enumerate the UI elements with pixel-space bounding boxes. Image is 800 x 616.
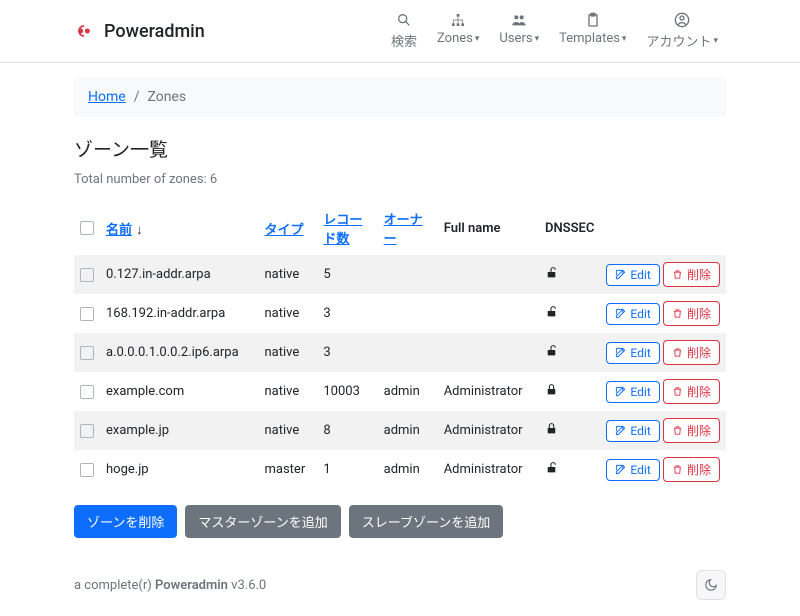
zone-type: native	[259, 255, 318, 294]
page-title: ゾーン一覧	[74, 135, 726, 162]
zone-fullname: Administrator	[438, 450, 539, 489]
table-row: 0.127.in-addr.arpa native 5 Edit 削除	[74, 255, 726, 294]
table-row: example.com native 10003 admin Administr…	[74, 372, 726, 411]
zone-owner	[378, 255, 438, 294]
lock-open-icon	[545, 461, 559, 478]
zone-owner: admin	[378, 411, 438, 450]
lock-open-icon	[545, 344, 559, 361]
brand[interactable]: Poweradmin	[74, 21, 205, 42]
delete-zone-button[interactable]: ゾーンを削除	[74, 505, 177, 538]
zone-records: 10003	[317, 372, 377, 411]
caret-down-icon: ▾	[622, 34, 627, 44]
zone-fullname	[438, 255, 539, 294]
zone-fullname: Administrator	[438, 372, 539, 411]
theme-toggle-button[interactable]	[696, 570, 726, 600]
col-owner[interactable]: オーナー	[384, 213, 423, 247]
search-icon	[396, 12, 412, 28]
clipboard-icon	[585, 12, 601, 28]
row-checkbox[interactable]	[80, 346, 94, 360]
delete-button[interactable]: 削除	[663, 379, 720, 404]
add-master-zone-button[interactable]: マスターゾーンを追加	[185, 505, 340, 538]
zones-count: Total number of zones: 6	[74, 172, 726, 187]
col-fullname: Full name	[438, 201, 539, 255]
row-checkbox[interactable]	[80, 424, 94, 438]
zone-name: example.com	[100, 372, 259, 411]
nav-templates[interactable]: Templates▾	[551, 10, 634, 52]
zone-owner: admin	[378, 450, 438, 489]
edit-button[interactable]: Edit	[606, 381, 659, 403]
sitemap-icon	[450, 12, 466, 28]
add-slave-zone-button[interactable]: スレーブゾーンを追加	[349, 505, 504, 538]
caret-down-icon: ▾	[535, 34, 540, 44]
zone-fullname	[438, 294, 539, 333]
table-row: 168.192.in-addr.arpa native 3 Edit 削除	[74, 294, 726, 333]
caret-down-icon: ▾	[475, 34, 480, 44]
zones-table: 名前 ↓ タイプ レコード数 オーナー Full name DNSSEC 0.12…	[74, 201, 726, 489]
zone-fullname: Administrator	[438, 411, 539, 450]
breadcrumb-current: Zones	[147, 89, 186, 105]
col-dnssec: DNSSEC	[539, 201, 600, 255]
nav-users[interactable]: Users▾	[491, 10, 547, 52]
zone-name: 168.192.in-addr.arpa	[100, 294, 259, 333]
lock-closed-icon	[545, 422, 559, 439]
col-type[interactable]: タイプ	[265, 223, 304, 238]
zone-records: 3	[317, 294, 377, 333]
delete-button[interactable]: 削除	[663, 262, 720, 287]
nav-search[interactable]: 検索	[383, 10, 425, 52]
zone-type: native	[259, 411, 318, 450]
nav-account[interactable]: アカウント▾	[638, 10, 726, 52]
delete-button[interactable]: 削除	[663, 301, 720, 326]
edit-button[interactable]: Edit	[606, 342, 659, 364]
user-circle-icon	[674, 12, 690, 28]
footer-text: a complete(r) Poweradmin v3.6.0	[74, 578, 266, 593]
col-records[interactable]: レコード数	[323, 213, 362, 247]
brand-icon	[74, 21, 94, 41]
row-checkbox[interactable]	[80, 463, 94, 477]
table-row: example.jp native 8 admin Administrator …	[74, 411, 726, 450]
zone-name: hoge.jp	[100, 450, 259, 489]
delete-button[interactable]: 削除	[663, 418, 720, 443]
row-checkbox[interactable]	[80, 307, 94, 321]
col-name[interactable]: 名前	[106, 223, 132, 238]
row-checkbox[interactable]	[80, 385, 94, 399]
edit-button[interactable]: Edit	[606, 420, 659, 442]
zone-owner	[378, 333, 438, 372]
row-checkbox[interactable]	[80, 268, 94, 282]
zone-records: 5	[317, 255, 377, 294]
breadcrumb-home[interactable]: Home	[88, 89, 126, 105]
users-icon	[511, 12, 527, 28]
zone-fullname	[438, 333, 539, 372]
zone-type: master	[259, 450, 318, 489]
lock-open-icon	[545, 266, 559, 283]
edit-button[interactable]: Edit	[606, 459, 659, 481]
lock-closed-icon	[545, 383, 559, 400]
delete-button[interactable]: 削除	[663, 457, 720, 482]
table-row: hoge.jp master 1 admin Administrator Edi…	[74, 450, 726, 489]
zone-name: example.jp	[100, 411, 259, 450]
moon-icon	[704, 578, 718, 592]
zone-owner: admin	[378, 372, 438, 411]
nav-zones[interactable]: Zones▾	[429, 10, 487, 52]
zone-owner	[378, 294, 438, 333]
table-row: a.0.0.0.1.0.0.2.ip6.arpa native 3 Edit 削…	[74, 333, 726, 372]
zone-name: 0.127.in-addr.arpa	[100, 255, 259, 294]
zone-type: native	[259, 372, 318, 411]
select-all-checkbox[interactable]	[80, 221, 94, 235]
zone-type: native	[259, 333, 318, 372]
edit-button[interactable]: Edit	[606, 303, 659, 325]
zone-name: a.0.0.0.1.0.0.2.ip6.arpa	[100, 333, 259, 372]
breadcrumb: Home / Zones	[74, 77, 726, 117]
edit-button[interactable]: Edit	[606, 264, 659, 286]
caret-down-icon: ▾	[713, 36, 718, 46]
zone-records: 1	[317, 450, 377, 489]
lock-open-icon	[545, 305, 559, 322]
sort-desc-icon: ↓	[136, 223, 143, 238]
zone-type: native	[259, 294, 318, 333]
brand-text: Poweradmin	[104, 21, 205, 42]
zone-records: 3	[317, 333, 377, 372]
delete-button[interactable]: 削除	[663, 340, 720, 365]
zone-records: 8	[317, 411, 377, 450]
